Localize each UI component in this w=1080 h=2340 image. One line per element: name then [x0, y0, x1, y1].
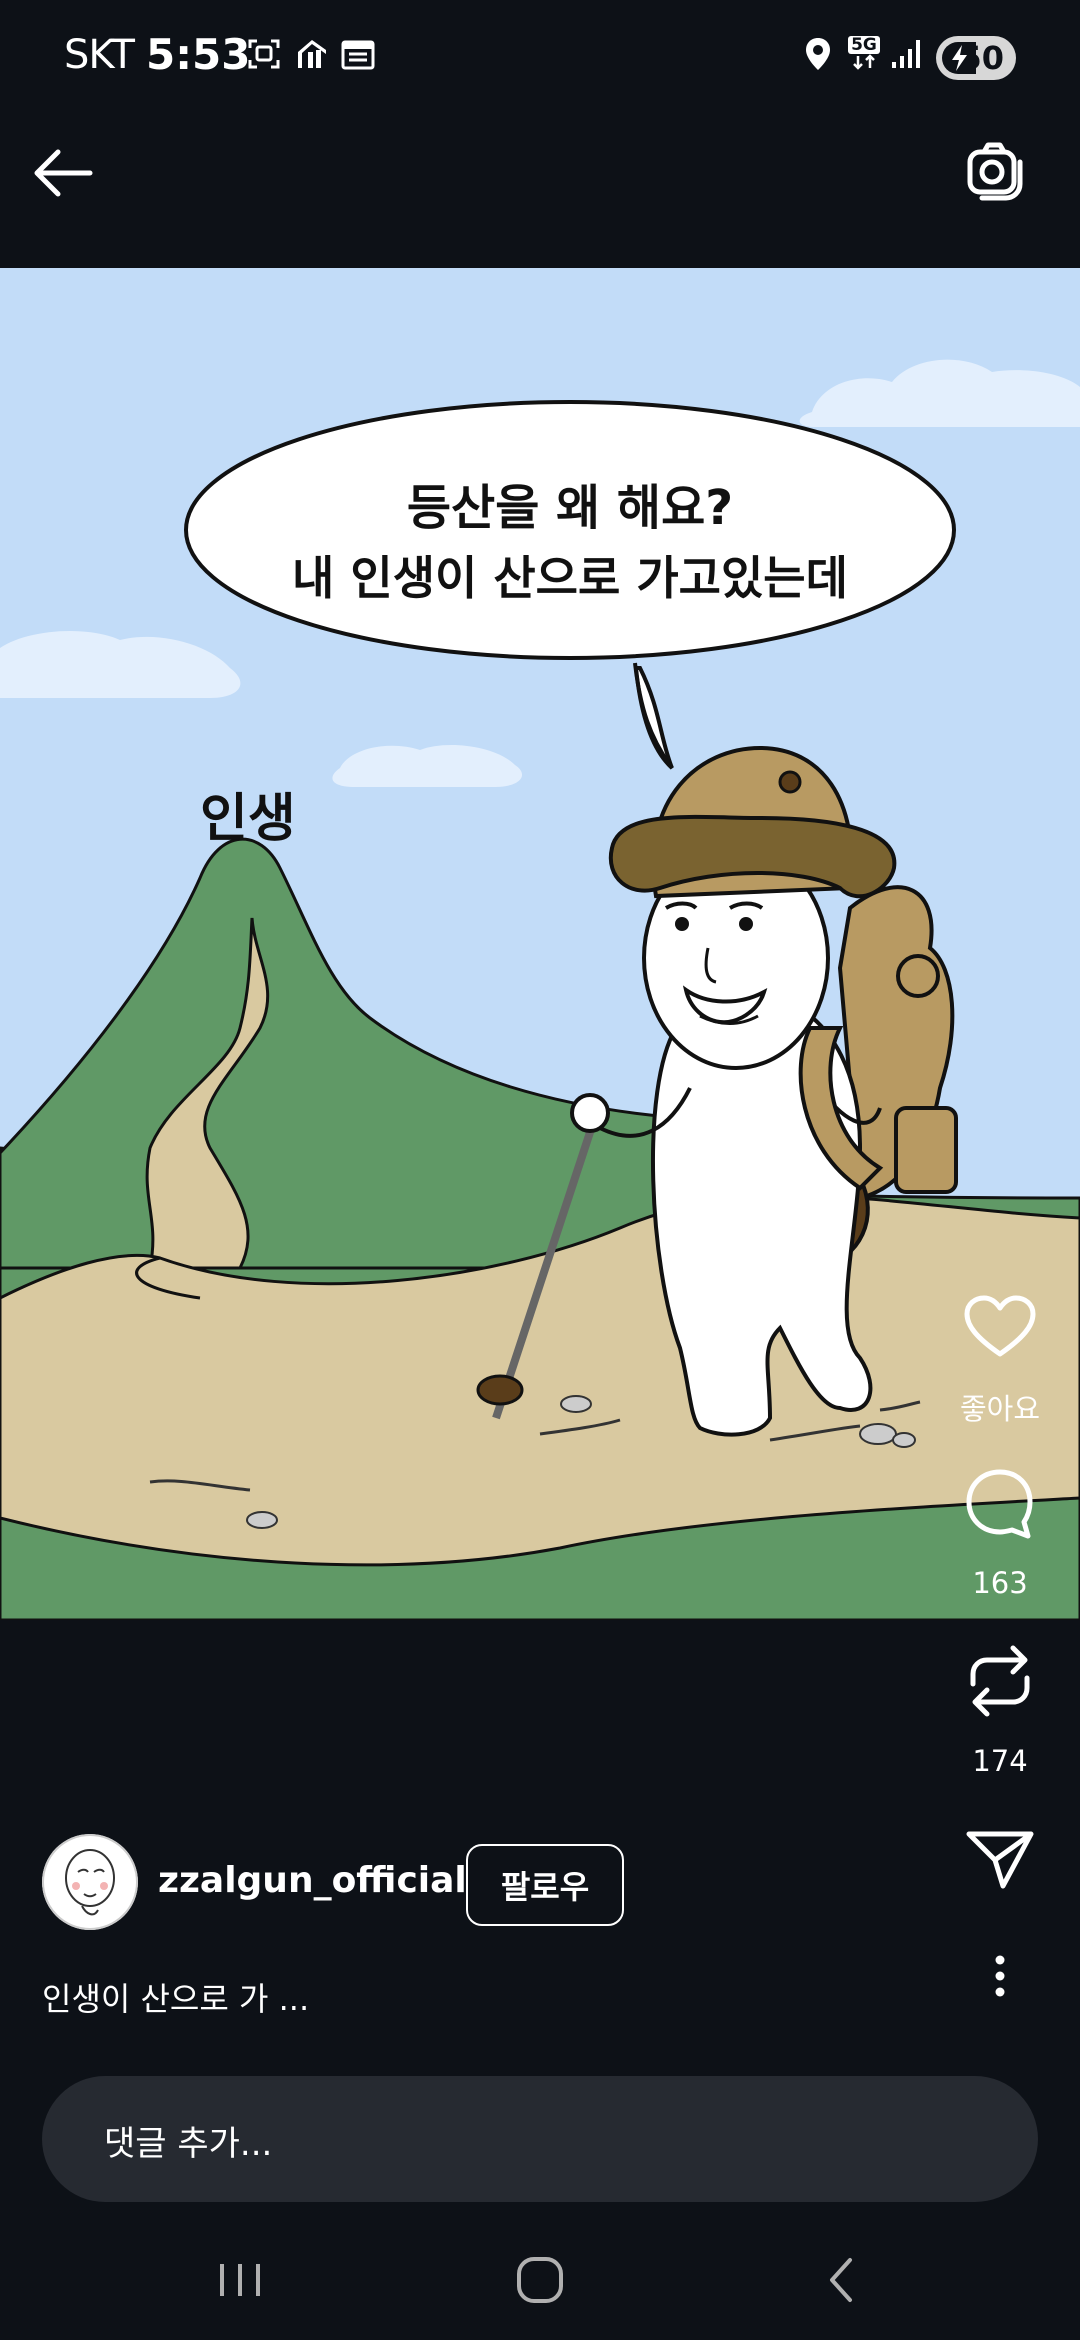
- follow-button[interactable]: 팔로우: [466, 1844, 624, 1926]
- avatar-image: [42, 1834, 138, 1930]
- repost-button[interactable]: [950, 1644, 1050, 1718]
- comments-count: 163: [972, 1566, 1028, 1600]
- heart-icon: [964, 1295, 1036, 1357]
- share-button[interactable]: [950, 1826, 1050, 1892]
- comment-button[interactable]: [950, 1466, 1050, 1540]
- location-icon: [806, 38, 830, 70]
- top-bar: [0, 90, 1080, 270]
- avatar[interactable]: [42, 1834, 138, 1930]
- camera-icon[interactable]: [962, 138, 1028, 204]
- app-notification-icon: [298, 40, 326, 68]
- status-bar: SKT 5:53 5G 50: [0, 0, 1080, 90]
- reposts-count: 174: [972, 1744, 1028, 1778]
- battery-indicator: 50: [936, 36, 1016, 80]
- post-image[interactable]: 등산을 왜 해요? 내 인생이 산으로 가고있는데 인생: [0, 268, 1080, 1620]
- back-arrow-icon[interactable]: [30, 140, 96, 206]
- signal-icon: [892, 40, 920, 68]
- comment-placeholder: 댓글 추가...: [104, 2124, 273, 2164]
- back-icon[interactable]: [812, 2250, 872, 2310]
- home-icon[interactable]: [510, 2250, 570, 2310]
- clock: 5:53: [146, 30, 251, 79]
- network-label: 5G: [848, 36, 880, 54]
- recent-apps-icon[interactable]: [210, 2250, 270, 2310]
- speech-bubble-line1: 등산을 왜 해요?: [406, 480, 734, 536]
- speech-bubble-line2: 내 인생이 산으로 가고있는데: [292, 551, 848, 605]
- caption[interactable]: 인생이 산으로 가 ...: [42, 1974, 309, 2020]
- network-type-icon: 5G: [848, 36, 884, 72]
- screenshot-icon: [248, 39, 280, 69]
- mountain-label: 인생: [200, 789, 296, 849]
- calendar-icon: [341, 40, 375, 70]
- share-icon: [966, 1831, 1034, 1889]
- battery-charging-icon: [942, 42, 976, 74]
- repost-icon: [970, 1645, 1030, 1717]
- like-button[interactable]: [950, 1294, 1050, 1360]
- like-label: 좋아요: [959, 1392, 1041, 1426]
- comment-input[interactable]: 댓글 추가...: [42, 2076, 1038, 2202]
- carrier-label: SKT: [64, 32, 135, 78]
- more-icon: [995, 1955, 1005, 1997]
- comment-icon: [966, 1469, 1033, 1539]
- username[interactable]: zzalgun_official: [158, 1860, 467, 1901]
- navigation-bar: [0, 2220, 1080, 2340]
- more-button[interactable]: [950, 1954, 1050, 2000]
